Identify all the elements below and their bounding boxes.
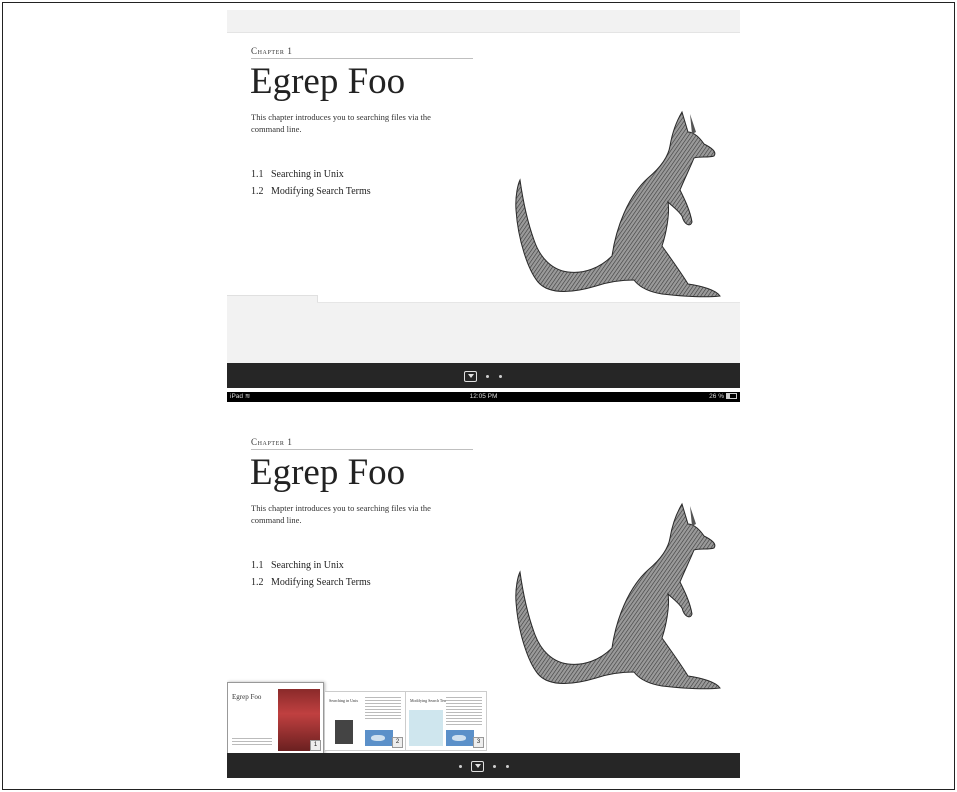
battery-indicator: 26 %	[709, 392, 737, 402]
play-button-icon[interactable]	[464, 371, 477, 382]
toc-number: 1.1	[251, 169, 264, 180]
page-dot[interactable]	[492, 765, 496, 768]
page-dot[interactable]	[499, 375, 502, 378]
page-indicator	[227, 761, 740, 772]
toc-title: Modifying Search Terms	[271, 577, 371, 588]
ipad-screen-top: Chapter 1 Egrep Foo This chapter introdu…	[227, 10, 740, 388]
ios-status-bar: iPad ≋ 12:05 PM 26 %	[227, 392, 740, 402]
thumbnail-map	[365, 730, 393, 746]
toc-title: Searching in Unix	[271, 169, 344, 180]
toc-title: Modifying Search Terms	[271, 186, 371, 197]
thumbnail-page-3[interactable]: Modifying Search Terms 3	[405, 691, 487, 751]
thumbnail-strip: Egrep Foo 1 Searching in Unix 2 Modifyin…	[227, 682, 740, 754]
toc-number: 1.2	[251, 186, 264, 197]
thumbnail-title: Egrep Foo	[232, 693, 262, 701]
page-number-badge: 2	[392, 737, 403, 748]
thumbnail-text	[365, 696, 401, 720]
toc-number: 1.2	[251, 577, 264, 588]
battery-icon	[726, 393, 737, 400]
page-dot[interactable]	[458, 765, 462, 768]
table-of-contents: 1.1 Searching in Unix 1.2 Modifying Search…	[251, 166, 371, 200]
thumbnail-strip-background	[317, 302, 740, 364]
thumbnail-page-2[interactable]: Searching in Unix 2	[324, 691, 406, 751]
page-dot[interactable]	[505, 765, 509, 768]
chapter-intro: This chapter introduces you to searching…	[251, 112, 431, 134]
thumbnail-title: Searching in Unix	[329, 698, 359, 703]
play-button-icon[interactable]	[470, 761, 484, 772]
chapter-label: Chapter 1	[251, 46, 293, 56]
chapter-rule	[251, 449, 473, 450]
chapter-label: Chapter 1	[251, 437, 293, 447]
thumbnail-sidebar-box	[409, 710, 443, 746]
toc-item-searching-in-unix[interactable]: 1.1 Searching in Unix	[251, 166, 371, 183]
thumbnail-map	[446, 730, 474, 746]
toc-title: Searching in Unix	[271, 560, 344, 571]
chapter-title: Egrep Foo	[250, 452, 406, 493]
page-number-badge: 3	[473, 737, 484, 748]
clock: 12:05 PM	[469, 393, 498, 400]
thumbnail-title: Modifying Search Terms	[410, 698, 450, 703]
top-toolbar	[227, 10, 740, 33]
thumbnail-photo	[335, 720, 353, 744]
toc-item-modifying-search-terms[interactable]: 1.2 Modifying Search Terms	[251, 183, 371, 200]
kangaroo-illustration	[515, 110, 721, 298]
page-number-badge: 1	[310, 740, 321, 751]
ipad-screen-bottom: Chapter 1 Egrep Foo This chapter introdu…	[227, 392, 740, 778]
chapter-title: Egrep Foo	[250, 61, 406, 102]
page-indicator	[227, 371, 740, 382]
thumbnail-placeholder	[227, 295, 318, 364]
bottom-toolbar	[227, 753, 740, 778]
bottom-toolbar	[227, 363, 740, 388]
toc-number: 1.1	[251, 560, 264, 571]
toc-item-modifying-search-terms[interactable]: 1.2 Modifying Search Terms	[251, 574, 371, 591]
chapter-intro: This chapter introduces you to searching…	[251, 503, 431, 525]
thumbnail-page-1[interactable]: Egrep Foo 1	[227, 682, 324, 754]
toc-item-searching-in-unix[interactable]: 1.1 Searching in Unix	[251, 557, 371, 574]
chapter-rule	[251, 58, 473, 59]
thumbnail-text	[446, 696, 482, 726]
page-dot[interactable]	[486, 375, 489, 378]
table-of-contents: 1.1 Searching in Unix 1.2 Modifying Search…	[251, 557, 371, 591]
kangaroo-illustration	[515, 502, 721, 690]
thumbnail-text	[232, 737, 272, 746]
